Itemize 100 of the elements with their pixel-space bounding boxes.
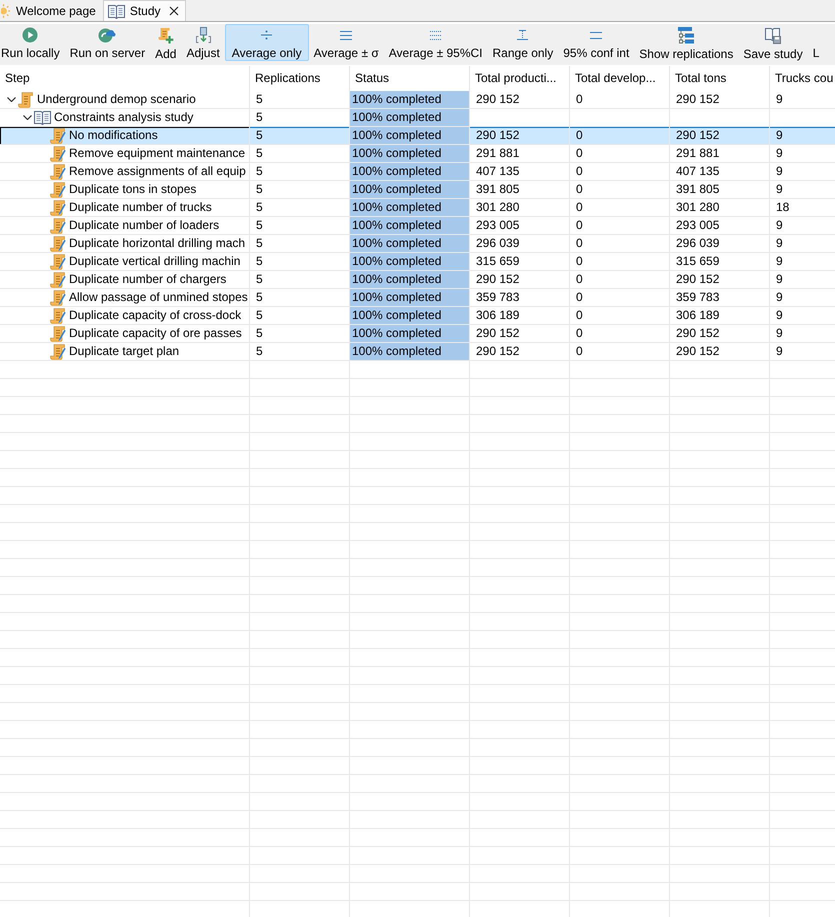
column-header[interactable]: Replications (250, 66, 350, 91)
table-row[interactable]: Duplicate capacity of cross-dock 5 100% completed 306 189 0 306 189 9 (0, 307, 835, 325)
status-text: 100% completed (351, 343, 442, 360)
chevron-down-icon[interactable] (6, 97, 16, 102)
triple-line-icon (340, 30, 352, 40)
step-label: Duplicate number of loaders (69, 217, 220, 234)
column-header[interactable]: Total tons (670, 66, 770, 91)
step-label: Remove equipment maintenance (69, 145, 246, 162)
status-text: 100% completed (351, 163, 442, 180)
table-cell: 9 (770, 307, 835, 325)
tab[interactable]: Welcome page (0, 0, 103, 21)
table-cell: 9 (770, 127, 835, 145)
toolbar-button[interactable]: Average ± σ (308, 24, 384, 61)
table-row[interactable]: Duplicate horizontal drilling mach 5 100% completed 296 039 0 296 039 9 (0, 235, 835, 253)
table-cell: 0 (570, 145, 670, 163)
table-row[interactable]: Underground demop scenario 5 100% completed 290 152 0 290 152 9 (0, 91, 835, 109)
status-text: 100% completed (351, 127, 442, 144)
scroll-pencil-icon (50, 146, 66, 162)
toolbar-button[interactable]: Average only (224, 24, 309, 61)
table-cell: 0 (570, 91, 670, 109)
toolbar-button[interactable]: Add (150, 24, 182, 61)
toolbar-button[interactable]: Run on server (64, 24, 150, 61)
table-cell: 391 805 (470, 181, 570, 199)
table-row[interactable]: Duplicate number of trucks 5 100% completed 301 280 0 301 280 18 (0, 199, 835, 217)
table-row[interactable]: Duplicate number of chargers 5 100% completed 290 152 0 290 152 9 (0, 271, 835, 289)
toolbar-button[interactable]: Range only (488, 24, 558, 61)
step-label: Duplicate tons in stopes (69, 181, 196, 198)
table-cell: 9 (770, 163, 835, 181)
table-row[interactable]: Duplicate number of loaders 5 100% completed 293 005 0 293 005 9 (0, 217, 835, 235)
column-header[interactable]: Total producti... (470, 66, 570, 91)
table-row[interactable]: Duplicate tons in stopes 5 100% completed 391 805 0 391 805 9 (0, 181, 835, 199)
scroll-plus-icon (157, 27, 174, 44)
step-label: Duplicate horizontal drilling mach (69, 235, 246, 252)
table-cell: 290 152 (470, 127, 570, 145)
status-text: 100% completed (351, 91, 442, 108)
table-cell: 0 (570, 163, 670, 181)
table-cell: 9 (770, 271, 835, 289)
table-cell: 391 805 (670, 181, 770, 199)
column-header[interactable]: Trucks cou (770, 66, 835, 91)
table-row[interactable]: Duplicate capacity of ore passes 5 100% completed 290 152 0 290 152 9 (0, 325, 835, 343)
table-cell: 9 (770, 145, 835, 163)
table-cell: 315 659 (470, 253, 570, 271)
step-label: Constraints analysis study (54, 109, 194, 126)
status-text: 100% completed (351, 271, 442, 288)
table-cell: 9 (770, 217, 835, 235)
table-cell: 301 280 (470, 199, 570, 217)
divide-icon (261, 30, 272, 40)
table-cell: 359 783 (670, 289, 770, 307)
status-text: 100% completed (351, 109, 442, 126)
column-header[interactable]: Total develop... (570, 66, 670, 91)
toolbar-button[interactable]: Average ± 95%CI (384, 24, 488, 61)
table-cell: 0 (570, 181, 670, 199)
scroll-pencil-icon (50, 200, 66, 216)
table-row[interactable]: No modifications 5 100% completed 290 152 0 290 152 9 (0, 127, 835, 145)
table-cell: 296 039 (670, 235, 770, 253)
status-text: 100% completed (351, 253, 442, 270)
arrow-down-icon (194, 27, 212, 43)
toolbar-button[interactable]: L (808, 24, 820, 61)
toolbar-button[interactable]: Adjust (181, 24, 225, 61)
table-row[interactable]: Duplicate vertical drilling machin 5 100% completed 315 659 0 315 659 9 (0, 253, 835, 271)
table-cell: 290 152 (670, 325, 770, 343)
table-cell: 290 152 (670, 271, 770, 289)
table-row[interactable]: Constraints analysis study 5 100% completed (0, 109, 835, 127)
table-cell: 306 189 (470, 307, 570, 325)
table-cell: 306 189 (670, 307, 770, 325)
table-cell: 301 280 (670, 199, 770, 217)
play-icon (22, 27, 38, 43)
table-cell: 0 (570, 199, 670, 217)
scroll-pencil-icon (50, 218, 66, 234)
table-cell: 9 (770, 181, 835, 199)
scroll-icon (18, 92, 34, 108)
step-label: Allow passage of unmined stopes (69, 289, 248, 306)
table-row[interactable]: Remove equipment maintenance 5 100% completed 291 881 0 291 881 9 (0, 145, 835, 163)
table-row[interactable]: Remove assignments of all equip 5 100% completed 407 135 0 407 135 9 (0, 163, 835, 181)
step-label: Underground demop scenario (37, 91, 196, 108)
table-cell: 5 (250, 127, 350, 145)
toolbar-button[interactable]: 95% conf int (558, 24, 634, 61)
book-icon (34, 110, 51, 125)
table-cell: 291 881 (470, 145, 570, 163)
status-text: 100% completed (351, 289, 442, 306)
table-cell: 407 135 (670, 163, 770, 181)
toolbar-button[interactable]: Save study (738, 24, 808, 61)
scroll-pencil-icon (50, 254, 66, 270)
toolbar-button[interactable]: Run locally (0, 24, 65, 61)
status-text: 100% completed (351, 145, 442, 162)
scroll-pencil-icon (50, 290, 66, 306)
close-icon[interactable] (168, 6, 179, 16)
tab[interactable]: Study (102, 0, 186, 21)
scroll-pencil-icon (50, 308, 66, 324)
table-cell: 0 (570, 289, 670, 307)
toolbar-button[interactable]: Show replications (634, 24, 738, 61)
table-row[interactable]: Allow passage of unmined stopes 5 100% completed 359 783 0 359 783 9 (0, 289, 835, 307)
dotted-lines-icon (430, 30, 442, 40)
table-cell: 9 (770, 289, 835, 307)
column-header[interactable]: Step (0, 66, 250, 91)
table-cell: 359 783 (470, 289, 570, 307)
book-icon (108, 4, 125, 18)
chevron-down-icon[interactable] (22, 115, 32, 120)
step-label: Duplicate capacity of ore passes (69, 325, 242, 342)
step-label: Duplicate target plan (69, 343, 180, 360)
